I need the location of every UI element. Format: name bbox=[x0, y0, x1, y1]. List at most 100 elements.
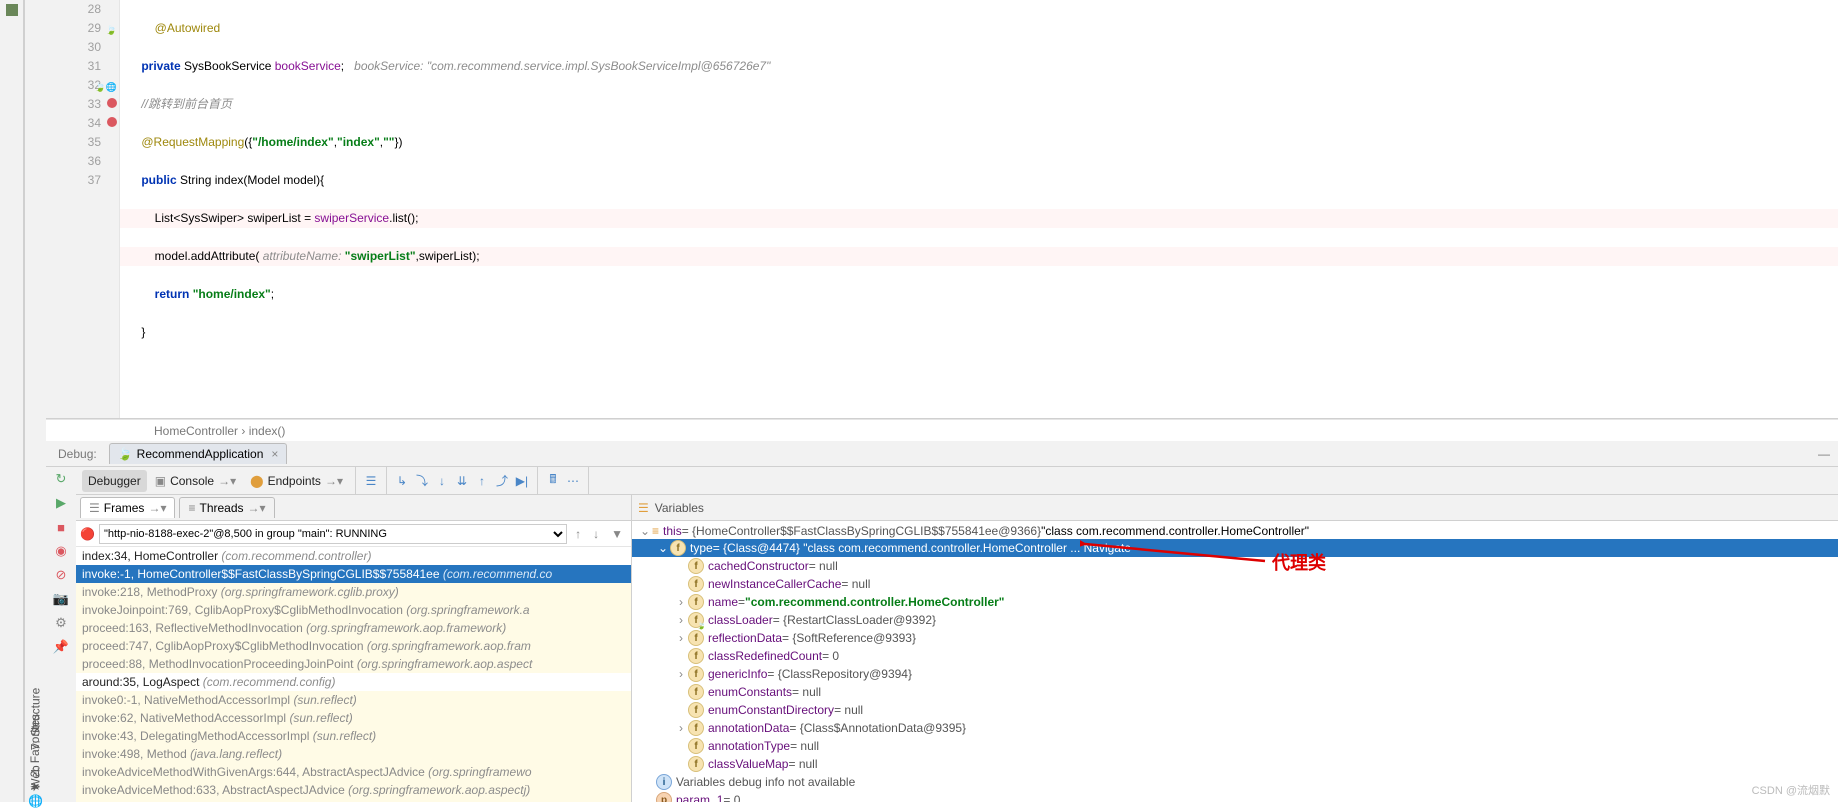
expand-icon[interactable]: › bbox=[674, 631, 688, 645]
frame-item[interactable]: proceed:163, ReflectiveMethodInvocation … bbox=[76, 619, 631, 637]
field-icon: f bbox=[688, 720, 704, 736]
frame-item[interactable]: invoke:498, Method (java.lang.reflect) bbox=[76, 745, 631, 763]
var-annotationType: fannotationType = null bbox=[632, 737, 1838, 755]
var-enumConstantDirectory: fenumConstantDirectory = null bbox=[632, 701, 1838, 719]
field-icon: f bbox=[688, 630, 704, 646]
frame-item[interactable]: invokeAdviceMethod:633, AbstractAspectJA… bbox=[76, 781, 631, 799]
var-reflectionData: ›freflectionData = {SoftReference@9393} bbox=[632, 629, 1838, 647]
frame-item[interactable]: around:35, LogAspect (com.recommend.conf… bbox=[76, 673, 631, 691]
expand-icon[interactable]: ⌄ bbox=[638, 524, 652, 538]
breakpoints-icon[interactable]: ◉ bbox=[53, 543, 69, 559]
force-step-icon[interactable]: ⇊ bbox=[453, 472, 471, 490]
step-into-icon[interactable]: ↓ bbox=[433, 472, 451, 490]
thread-icon: 🔴 bbox=[80, 527, 95, 541]
endpoints-icon: ⬤ bbox=[250, 474, 263, 488]
frame-item[interactable]: invoke0:-1, NativeMethodAccessorImpl (su… bbox=[76, 691, 631, 709]
expand-icon[interactable]: › bbox=[674, 721, 688, 735]
web-tab[interactable]: 🌐Web bbox=[29, 765, 43, 808]
var-cachedConstructor: fcachedConstructor = null bbox=[632, 557, 1838, 575]
threads-tab[interactable]: ≡Threads→▾ bbox=[179, 497, 274, 518]
project-gutter[interactable] bbox=[0, 0, 24, 802]
debug-toolbar: Debugger ▣Console→▾ ⬤Endpoints→▾ ☰ ↳ ⤵ ↓… bbox=[76, 467, 1838, 495]
frame-item[interactable]: index:34, HomeController (com.recommend.… bbox=[76, 547, 631, 565]
frame-item[interactable]: proceed:88, MethodInvocationProceedingJo… bbox=[76, 655, 631, 673]
show-exec-icon[interactable]: ↳ bbox=[393, 472, 411, 490]
frames-tab[interactable]: ☰Frames→▾ bbox=[80, 497, 175, 518]
expand-icon[interactable]: › bbox=[674, 595, 688, 609]
pin-icon[interactable]: 📌 bbox=[53, 639, 69, 655]
filter-icon[interactable]: ▼ bbox=[607, 527, 627, 541]
debugger-tab[interactable]: Debugger bbox=[82, 470, 147, 492]
layout-icon[interactable]: ☰ bbox=[362, 472, 380, 490]
prev-frame-icon[interactable]: ↑ bbox=[571, 527, 585, 541]
field-icon: f bbox=[688, 684, 704, 700]
line-29: 29🍃 bbox=[46, 19, 101, 38]
field-icon: f bbox=[688, 594, 704, 610]
run-config-tab[interactable]: 🍃 RecommendApplication × bbox=[109, 443, 288, 464]
info-icon: i bbox=[656, 774, 672, 790]
line-31: 31 bbox=[46, 57, 101, 76]
expand-icon[interactable]: ⌄ bbox=[656, 541, 670, 555]
settings-icon[interactable]: ⚙ bbox=[53, 615, 69, 631]
debug-body: ↻ ▶ ■ ◉ ⊘ 📷 ⚙ 📌 Debugger ▣Console→▾ ⬤End… bbox=[46, 467, 1838, 802]
code-area[interactable]: @Autowired private SysBookService bookSe… bbox=[120, 0, 1838, 418]
watermark: CSDN @流烟默 bbox=[1752, 782, 1830, 798]
frames-list[interactable]: index:34, HomeController (com.recommend.… bbox=[76, 547, 631, 802]
console-icon: ▣ bbox=[155, 474, 166, 488]
variables-pane: ☰ Variables ⌄≡this = {HomeController$$Fa… bbox=[632, 495, 1838, 802]
frame-item[interactable]: invokeAdviceMethodWithGivenArgs:644, Abs… bbox=[76, 763, 631, 781]
breakpoint-icon[interactable] bbox=[107, 98, 117, 108]
drop-frame-icon[interactable]: ⤴ bbox=[493, 472, 511, 490]
bean-icon[interactable]: 🍃 bbox=[106, 21, 117, 40]
frame-item[interactable]: invoke:62, NativeMethodAccessorImpl (sun… bbox=[76, 709, 631, 727]
stop-icon[interactable]: ■ bbox=[53, 519, 69, 535]
expand-icon[interactable]: › bbox=[674, 667, 688, 681]
thread-select[interactable]: "http-nio-8188-exec-2"@8,500 in group "m… bbox=[99, 524, 567, 544]
minimize-icon[interactable]: — bbox=[1818, 447, 1830, 461]
camera-icon[interactable]: 📷 bbox=[53, 591, 69, 607]
variables-tree[interactable]: ⌄≡this = {HomeController$$FastClassBySpr… bbox=[632, 521, 1838, 802]
frame-item[interactable]: invoke:-1, HomeController$$FastClassBySp… bbox=[76, 565, 631, 583]
close-icon[interactable]: × bbox=[271, 447, 278, 461]
rerun-icon[interactable]: ↻ bbox=[53, 471, 69, 487]
field-icon: f bbox=[688, 558, 704, 574]
line-30: 30 bbox=[46, 38, 101, 57]
var-name: ›fname = "com.recommend.controller.HomeC… bbox=[632, 593, 1838, 611]
breakpoint-icon[interactable] bbox=[107, 117, 117, 127]
frame-item[interactable]: invoke:43, DelegatingMethodAccessorImpl … bbox=[76, 727, 631, 745]
line-33: 33 bbox=[46, 95, 101, 114]
line-gutter[interactable]: 28 29🍃 30 31 32🍃🌐 33 34 35 36 37 bbox=[46, 0, 120, 418]
trace-icon[interactable]: ⋯ bbox=[564, 472, 582, 490]
line-35: 35 bbox=[46, 133, 101, 152]
var-classValueMap: fclassValueMap = null bbox=[632, 755, 1838, 773]
evaluate-icon[interactable]: 🖩 bbox=[544, 472, 562, 490]
debug-tab-bar: Debug: 🍃 RecommendApplication × — bbox=[46, 441, 1838, 467]
variables-header: ☰ Variables bbox=[632, 495, 1838, 521]
mute-bp-icon[interactable]: ⊘ bbox=[53, 567, 69, 583]
frame-item[interactable]: invokeJoinpoint:769, CglibAopProxy$Cglib… bbox=[76, 601, 631, 619]
left-tool-tabs: 7:Structure ★2:Favorites 🌐Web bbox=[24, 0, 46, 802]
line-28: 28 bbox=[46, 0, 101, 19]
var-debug-info: iVariables debug info not available bbox=[632, 773, 1838, 791]
field-icon: f bbox=[688, 738, 704, 754]
endpoints-tab[interactable]: ⬤Endpoints→▾ bbox=[244, 470, 349, 492]
console-tab[interactable]: ▣Console→▾ bbox=[149, 470, 242, 492]
editor: 28 29🍃 30 31 32🍃🌐 33 34 35 36 37 @Autowi… bbox=[46, 0, 1838, 419]
expand-icon[interactable]: › bbox=[674, 613, 688, 627]
var-annotationData: ›fannotationData = {Class$AnnotationData… bbox=[632, 719, 1838, 737]
param-icon: p bbox=[656, 792, 672, 802]
breadcrumb[interactable]: HomeController › index() bbox=[46, 419, 1838, 441]
run-toolbar: ↻ ▶ ■ ◉ ⊘ 📷 ⚙ 📌 bbox=[46, 467, 76, 802]
step-over-icon[interactable]: ⤵ bbox=[413, 472, 431, 490]
run-cursor-icon[interactable]: ▶| bbox=[513, 472, 531, 490]
next-frame-icon[interactable]: ↓ bbox=[589, 527, 603, 541]
var-classRedefinedCount: fclassRedefinedCount = 0 bbox=[632, 647, 1838, 665]
field-icon: f bbox=[688, 666, 704, 682]
frame-item[interactable]: proceed:747, CglibAopProxy$CglibMethodIn… bbox=[76, 637, 631, 655]
field-icon: f bbox=[688, 756, 704, 772]
resume-icon[interactable]: ▶ bbox=[53, 495, 69, 511]
step-out-icon[interactable]: ↑ bbox=[473, 472, 491, 490]
frames-icon: ☰ bbox=[89, 501, 100, 515]
frame-item[interactable]: invoke:218, MethodProxy (org.springframe… bbox=[76, 583, 631, 601]
var-type: ⌄ftype = {Class@4474} "class com.recomme… bbox=[632, 539, 1838, 557]
